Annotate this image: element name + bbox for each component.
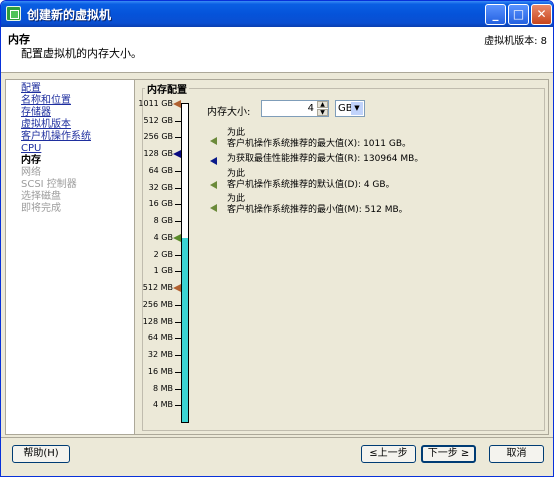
wizard-steps-sidebar: 配置 名称和位置 存储器 虚拟机版本 客户机操作系统 CPU 内存 网络 SCSI 控制器 选择磁…: [5, 79, 134, 435]
sidebar-item[interactable]: 名称和位置: [21, 95, 91, 107]
wizard-steps-list: 配置 名称和位置 存储器 虚拟机版本 客户机操作系统 CPU 内存 网络 SCSI 控制器 选择磁…: [21, 83, 91, 215]
sidebar-item: 即将完成: [21, 203, 61, 214]
memory-slider-thumb[interactable]: [173, 233, 193, 242]
recommended-min-marker: [173, 284, 193, 293]
footer-divider: [1, 437, 553, 438]
sidebar-item[interactable]: 客户机操作系统: [21, 131, 91, 143]
note-recommended-max-line2: 客户机操作系统推荐的最大值(X): 1011 GB。: [227, 139, 411, 149]
note-recommended-min-line2: 客户机操作系统推荐的最小值(M): 512 MB。: [227, 205, 408, 215]
memory-scale-label: 32 GB: [148, 182, 173, 192]
note-recommended-max: 为此 客户机操作系统推荐的最大值(X): 1011 GB。: [227, 128, 411, 150]
back-button[interactable]: ≤上一步: [361, 445, 416, 463]
memory-scale-label: 2 GB: [153, 249, 173, 259]
memory-scale-label: 128 MB: [142, 316, 173, 326]
memory-scale-label: 1011 GB: [138, 99, 173, 108]
memory-scale-label: 64 MB: [147, 333, 173, 343]
sidebar-item: 网络: [21, 167, 41, 178]
memory-scale-label: 128 GB: [143, 149, 174, 159]
memory-scale-label: 8 MB: [152, 383, 173, 393]
memory-scale-label: 256 MB: [142, 299, 173, 309]
memory-config-panel: 内存配置 1011 GB 512 GB 256 GB 128 GB 64 GB 32 GB…: [134, 79, 549, 435]
note-recommended-min-line1: 为此: [227, 194, 246, 204]
spin-down-icon[interactable]: ▼: [317, 109, 328, 116]
memory-scale-label: 16 MB: [147, 366, 173, 376]
sidebar-item: SCSI 控制器: [21, 179, 77, 190]
memory-scale-label: 1 GB: [153, 266, 173, 276]
memory-scale-label: 512 MB: [142, 283, 173, 293]
wizard-window: 创建新的虚拟机 _ □ ✕ 内存 配置虚拟机的内存大小。 虚拟机版本: 8 配置…: [0, 0, 554, 477]
memory-scale-label: 8 GB: [153, 216, 173, 226]
memory-scale-label: 4 MB: [152, 400, 173, 410]
note-best-performance: 为获取最佳性能推荐的最大值(R): 130964 MB。: [227, 154, 423, 165]
note-recommended-default-line1: 为此: [227, 169, 246, 179]
memory-unit-select[interactable]: GB ▼: [335, 100, 365, 117]
sidebar-item[interactable]: 存储器: [21, 107, 91, 119]
recommended-max-marker: [173, 100, 193, 108]
triangle-marker-icon: [210, 157, 217, 165]
spin-up-icon[interactable]: ▲: [317, 101, 328, 108]
best-performance-marker: [173, 150, 193, 159]
sidebar-item: 选择磁盘: [21, 191, 61, 202]
vm-app-icon: [6, 6, 21, 21]
triangle-marker-icon: [210, 204, 217, 212]
wizard-header: 内存 配置虚拟机的内存大小。 虚拟机版本: 8: [1, 27, 553, 73]
note-recommended-max-line1: 为此: [227, 128, 246, 138]
memory-slider-fill: [182, 237, 188, 422]
sidebar-item[interactable]: CPU: [21, 143, 91, 155]
memory-config-title: 内存配置: [145, 81, 189, 96]
memory-scale-label: 16 GB: [148, 199, 173, 209]
memory-scale-label: 64 GB: [148, 165, 173, 175]
window-title: 创建新的虚拟机: [27, 8, 112, 22]
memory-scale-label: 4 GB: [153, 232, 173, 242]
next-button[interactable]: 下一步 ≥: [421, 445, 476, 463]
memory-size-label: 内存大小:: [207, 107, 251, 118]
memory-size-spinner[interactable]: ▲ ▼: [317, 101, 328, 116]
minimize-button[interactable]: _: [485, 4, 506, 25]
sidebar-item[interactable]: 配置: [21, 83, 91, 95]
sidebar-item[interactable]: 虚拟机版本: [21, 119, 91, 131]
note-recommended-default-line2: 客户机操作系统推荐的默认值(D): 4 GB。: [227, 180, 395, 190]
cancel-button[interactable]: 取消: [489, 445, 544, 463]
help-button[interactable]: 帮助(H): [12, 445, 70, 463]
note-best-performance-line1: 为获取最佳性能推荐的最大值(R): 130964 MB。: [227, 154, 424, 164]
page-subtitle: 配置虚拟机的内存大小。: [21, 47, 142, 60]
maximize-button[interactable]: □: [508, 4, 529, 25]
memory-scale-label: 256 GB: [143, 132, 174, 142]
memory-scale-label: 32 MB: [147, 350, 173, 360]
memory-scale-label: 512 GB: [143, 115, 174, 125]
note-recommended-min: 为此 客户机操作系统推荐的最小值(M): 512 MB。: [227, 194, 408, 216]
close-button[interactable]: ✕: [531, 4, 552, 25]
sidebar-item[interactable]: 内存: [21, 155, 91, 167]
triangle-marker-icon: [210, 181, 217, 189]
title-bar[interactable]: 创建新的虚拟机 _ □ ✕: [1, 1, 553, 27]
chevron-down-icon[interactable]: ▼: [351, 102, 363, 115]
vm-version-label: 虚拟机版本: 8: [484, 36, 547, 47]
triangle-marker-icon: [210, 137, 217, 145]
note-recommended-default: 为此 客户机操作系统推荐的默认值(D): 4 GB。: [227, 169, 395, 191]
